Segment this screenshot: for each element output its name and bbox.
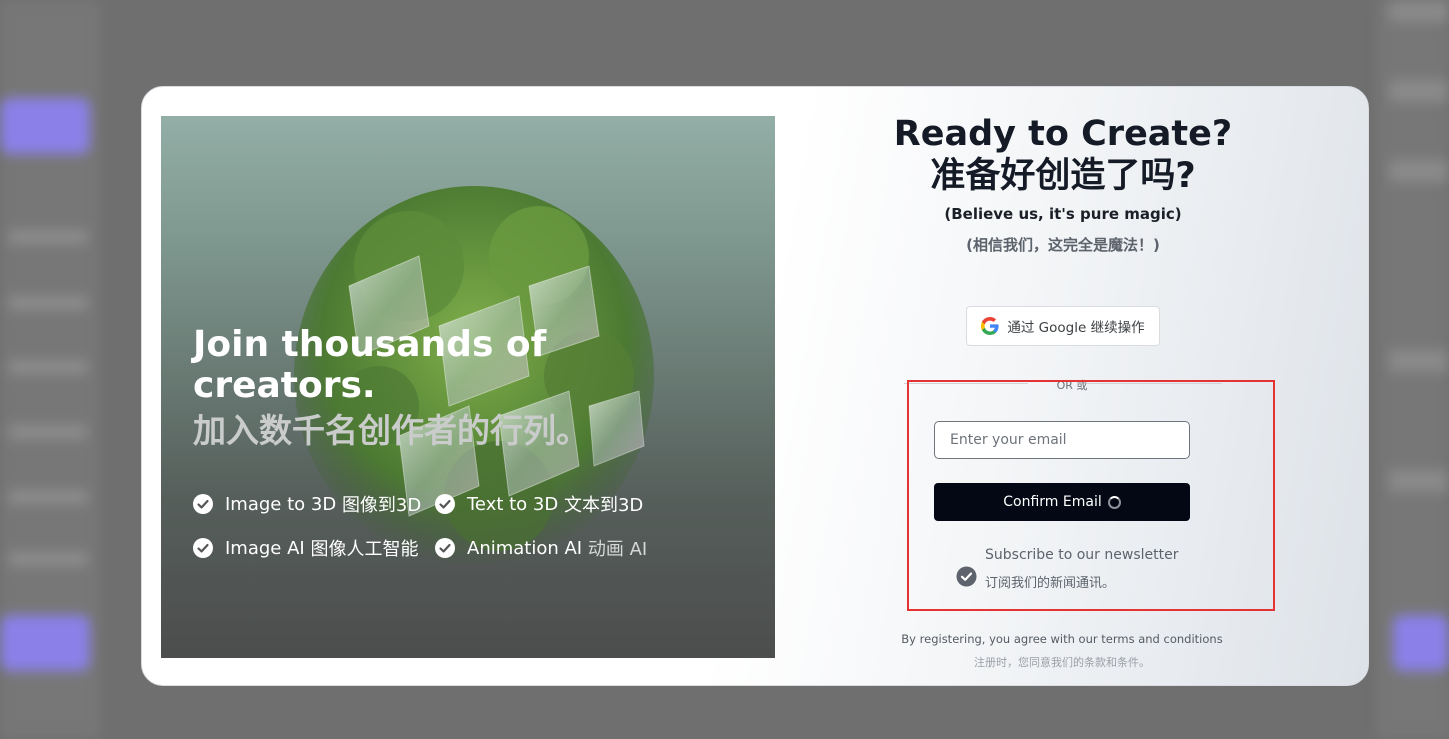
feature-label-cn: 文本到3D <box>563 495 644 516</box>
signup-modal: Join thousands of creators. 加入数千名创作者的行列。… <box>141 86 1369 686</box>
feature-image-to-3d: Image to 3D 图像到3D <box>193 492 421 516</box>
check-circle-icon <box>193 494 213 514</box>
background-right-panel <box>1377 0 1449 739</box>
google-icon <box>981 317 999 335</box>
confirm-button-label: Confirm Email <box>1003 494 1102 510</box>
newsletter-label-cn: 订阅我们的新闻通讯。 <box>985 576 1116 591</box>
modal-title: Ready to Create? 准备好创造了吗? <box>893 114 1233 196</box>
feature-label-cn: 图像人工智能 <box>310 539 419 560</box>
check-circle-icon <box>435 494 455 514</box>
feature-image-ai: Image AI 图像人工智能 <box>193 536 418 560</box>
hero-title: Join thousands of creators. <box>193 324 547 406</box>
terms-text-cn: 注册时，您同意我们的条款和条件。 <box>974 656 1150 669</box>
feature-animation-ai: Animation AI 动画 AI <box>435 536 647 560</box>
loading-spinner-icon <box>1107 495 1121 509</box>
tagline: (Believe us, it's pure magic) <box>944 205 1182 223</box>
confirm-email-button[interactable]: Confirm Email <box>934 483 1190 521</box>
feature-label: Text to 3D <box>467 493 559 515</box>
feature-label-cn: 图像到3D <box>341 495 422 516</box>
background-sidebar <box>0 0 100 739</box>
terms-text: By registering, you agree with our terms… <box>901 632 1223 646</box>
tagline-cn: (相信我们，这完全是魔法！) <box>966 236 1160 254</box>
feature-label: Image AI <box>225 537 305 559</box>
check-circle-icon <box>193 538 213 558</box>
check-circle-icon <box>435 538 455 558</box>
feature-text-to-3d: Text to 3D 文本到3D <box>435 492 643 516</box>
newsletter-checkbox[interactable] <box>956 566 977 587</box>
hero-subtitle: 加入数千名创作者的行列。 <box>193 411 589 450</box>
newsletter-label: Subscribe to our newsletter <box>985 547 1179 563</box>
google-button-label: 通过 Google 继续操作 <box>1007 320 1145 336</box>
hero-panel: Join thousands of creators. 加入数千名创作者的行列。… <box>161 116 775 658</box>
feature-label-cn: 动画 AI <box>587 539 648 560</box>
feature-label: Image to 3D <box>225 493 337 515</box>
google-signin-button[interactable]: 通过 Google 继续操作 <box>966 306 1160 346</box>
feature-label: Animation AI <box>467 537 583 559</box>
email-input[interactable] <box>934 421 1190 459</box>
